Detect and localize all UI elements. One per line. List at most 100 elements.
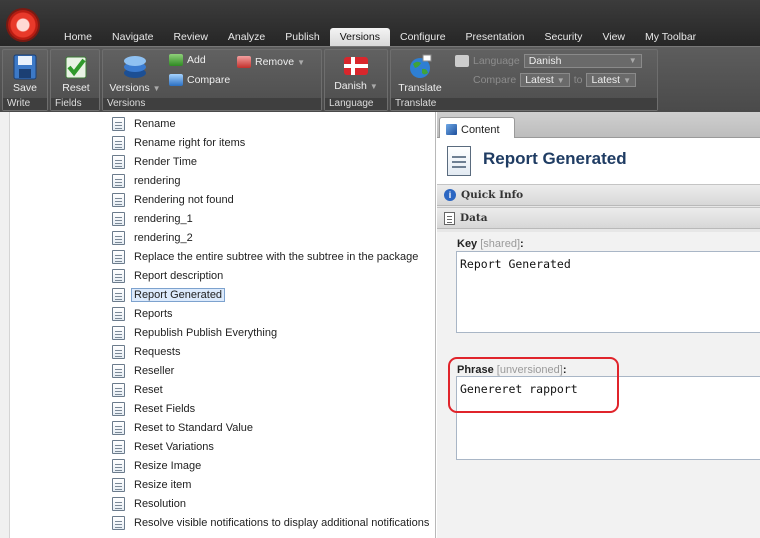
language-icon <box>455 55 469 67</box>
tab-my-toolbar[interactable]: My Toolbar <box>635 28 706 46</box>
language-dropdown-value: Danish <box>528 55 562 67</box>
tree-item-label: Reset Variations <box>134 440 214 453</box>
document-icon <box>112 268 125 283</box>
tree-item-label: rendering_1 <box>134 212 193 225</box>
tree-item[interactable]: Render Time <box>112 152 200 171</box>
tree-item[interactable]: Reset to Standard Value <box>112 418 256 437</box>
tree-item[interactable]: rendering_2 <box>112 228 196 247</box>
tree-item-label: rendering_2 <box>134 231 193 244</box>
tree-item-label: Reset Fields <box>134 402 196 415</box>
group-translate-label: Translate <box>391 98 657 110</box>
tree-item-label: Rendering not found <box>134 193 234 206</box>
data-section[interactable]: Data <box>437 207 760 229</box>
group-write-label: Write <box>3 98 47 110</box>
tree-item[interactable]: Rendering not found <box>112 190 237 209</box>
compare-to-label: to <box>573 74 583 86</box>
tree-item[interactable]: Reports <box>112 304 176 323</box>
app-logo-icon[interactable] <box>8 10 38 40</box>
tree-item[interactable]: Reset Fields <box>112 399 198 418</box>
tree-item-label: Rename right for items <box>134 136 246 149</box>
save-label: Save <box>13 82 37 94</box>
tab-presentation[interactable]: Presentation <box>456 28 535 46</box>
document-icon <box>112 135 125 150</box>
document-icon <box>112 458 125 473</box>
group-versions: Versions ▼ Add Remove ▼ Compare Versions <box>102 49 322 111</box>
tree-item[interactable]: Requests <box>112 342 183 361</box>
document-icon <box>112 382 125 397</box>
tree-item-label: Reseller <box>134 364 175 377</box>
tree-scrollbar[interactable] <box>0 112 10 538</box>
save-button[interactable]: Save <box>7 54 43 94</box>
tree-item[interactable]: Replace the entire subtree with the subt… <box>112 247 421 266</box>
document-icon <box>112 173 125 188</box>
tab-view[interactable]: View <box>592 28 635 46</box>
tree-item[interactable]: rendering <box>112 171 183 190</box>
compare-selector: Compare Latest ▼ to Latest ▼ <box>473 73 637 87</box>
tree-item[interactable]: Resolution <box>112 494 189 513</box>
tab-analyze[interactable]: Analyze <box>218 28 275 46</box>
compare-to-dropdown[interactable]: Latest ▼ <box>586 73 637 87</box>
checkmark-icon <box>65 56 87 79</box>
tab-navigate[interactable]: Navigate <box>102 28 163 46</box>
group-fields-label: Fields <box>51 98 99 110</box>
tree-item-label: Reset to Standard Value <box>134 421 254 434</box>
tree-item[interactable]: Report description <box>112 266 226 285</box>
tree-item[interactable]: Reseller <box>112 361 177 380</box>
remove-version-button[interactable]: Remove ▼ <box>237 56 305 68</box>
compare-from-dropdown[interactable]: Latest ▼ <box>520 73 570 87</box>
cube-icon <box>446 124 457 135</box>
content-tree: Rename Rename right for items Render Time r… <box>0 112 436 538</box>
document-icon <box>112 192 125 207</box>
document-icon <box>112 515 125 530</box>
chevron-down-icon: ▼ <box>628 56 637 65</box>
group-language-label: Language <box>325 98 387 110</box>
compare-to-value: Latest <box>591 74 621 86</box>
language-selector[interactable]: Language Danish ▼ <box>455 54 642 68</box>
translate-button[interactable]: Translate <box>395 54 445 94</box>
tree-item[interactable]: Rename <box>112 114 179 133</box>
tree-item[interactable]: Republish Publish Everything <box>112 323 280 342</box>
document-icon <box>112 116 125 131</box>
item-title: Report Generated <box>483 149 627 168</box>
group-translate: Translate Language Danish ▼ Compare Lates… <box>390 49 658 111</box>
tree-item-label: Republish Publish Everything <box>134 326 278 339</box>
tab-publish[interactable]: Publish <box>275 28 329 46</box>
group-language: Danish ▼ Language <box>324 49 388 111</box>
remove-icon <box>237 56 251 68</box>
reset-button[interactable]: Reset <box>57 54 95 94</box>
versions-button[interactable]: Versions ▼ <box>107 54 163 94</box>
compare-button[interactable]: Compare <box>169 74 230 86</box>
tree-item[interactable]: Resolve visible notifications to display… <box>112 513 432 532</box>
key-field[interactable]: Report Generated <box>456 251 760 333</box>
tree-item[interactable]: Report Generated <box>112 285 226 304</box>
tree-item[interactable]: Rename right for items <box>112 133 248 152</box>
tree-item[interactable]: Reset Variations <box>112 437 217 456</box>
ribbon: Save Write Reset Fields Versions ▼ Add R… <box>0 46 760 112</box>
tree-item[interactable]: Reset <box>112 380 166 399</box>
chevron-down-icon: ▼ <box>623 76 632 85</box>
versions-label: Versions <box>109 82 150 94</box>
tab-versions[interactable]: Versions <box>329 28 390 46</box>
language-button[interactable]: Danish ▼ <box>329 54 383 92</box>
quick-info-section[interactable]: i Quick Info <box>437 184 760 206</box>
tab-content-label: Content <box>461 123 500 136</box>
tree-item[interactable]: Resize Image <box>112 456 204 475</box>
language-dropdown[interactable]: Danish ▼ <box>523 54 642 68</box>
add-version-button[interactable]: Add <box>169 54 206 66</box>
compare-from-value: Latest <box>525 74 554 86</box>
document-icon <box>112 230 125 245</box>
language-label: Danish <box>334 80 367 92</box>
tab-security[interactable]: Security <box>535 28 593 46</box>
tab-review[interactable]: Review <box>163 28 217 46</box>
tree-item[interactable]: rendering_1 <box>112 209 196 228</box>
document-icon <box>112 249 125 264</box>
tree-item[interactable]: Resize item <box>112 475 194 494</box>
remove-label: Remove <box>255 56 295 68</box>
compare-selector-label: Compare <box>473 74 517 86</box>
tab-home[interactable]: Home <box>54 28 102 46</box>
globe-icon <box>410 54 432 78</box>
group-fields: Reset Fields <box>50 49 100 111</box>
tab-configure[interactable]: Configure <box>390 28 456 46</box>
compare-icon <box>169 74 183 86</box>
tab-content[interactable]: Content <box>439 117 515 138</box>
